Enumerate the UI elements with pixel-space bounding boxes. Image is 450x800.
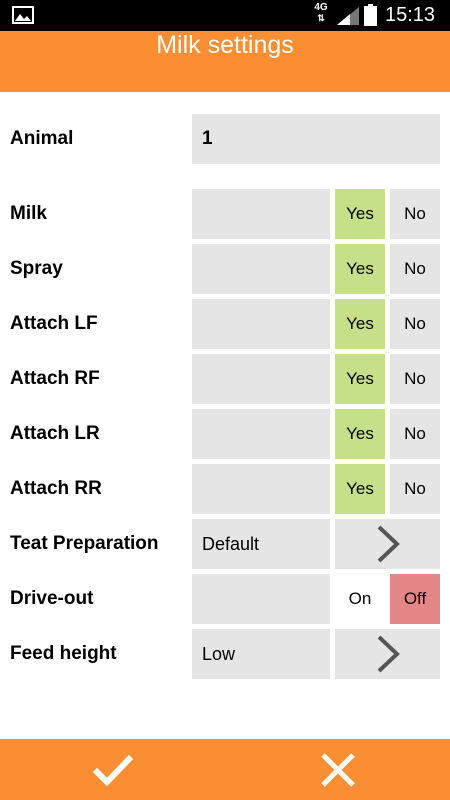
page-title: Milk settings (156, 31, 294, 59)
status-bar: 4G ⇅ 15:13 (0, 0, 450, 31)
teat-preparation-next-button[interactable] (335, 519, 440, 569)
teat-preparation-value: Default (202, 533, 260, 554)
milk-label: Milk (10, 203, 47, 224)
attach-lr-yes-button[interactable]: Yes (335, 409, 385, 459)
milk-no-button[interactable]: No (390, 189, 440, 239)
battery-icon (364, 4, 377, 26)
attach-lf-label: Attach LF (10, 313, 98, 334)
attach-rr-label: Attach RR (10, 478, 102, 499)
attach-rf-spacer (192, 354, 330, 404)
attach-lf-spacer (192, 299, 330, 349)
animal-field[interactable]: 1 (192, 114, 440, 164)
chevron-right-icon (377, 635, 400, 673)
attach-rf-label: Attach RF (10, 368, 100, 389)
milk-yes-button[interactable]: Yes (335, 189, 385, 239)
drive-out-off-button[interactable]: Off (390, 574, 440, 624)
network-type: 4G ⇅ (314, 2, 328, 24)
checkmark-icon (92, 754, 133, 786)
title-bar: Milk settings (0, 31, 450, 92)
attach-lr-label: Attach LR (10, 423, 100, 444)
animal-label: Animal (10, 128, 74, 149)
attach-rr-no-button[interactable]: No (390, 464, 440, 514)
feed-height-value-cell[interactable]: Low (192, 629, 330, 679)
spray-label: Spray (10, 258, 63, 279)
cancel-button[interactable] (225, 739, 450, 800)
teat-preparation-label: Teat Preparation (10, 533, 159, 554)
attach-rf-yes-button[interactable]: Yes (335, 354, 385, 404)
drive-out-on-button[interactable]: On (335, 574, 385, 624)
spray-no-button[interactable]: No (390, 244, 440, 294)
drive-out-label: Drive-out (10, 588, 94, 609)
spray-yes-button[interactable]: Yes (335, 244, 385, 294)
attach-rr-yes-button[interactable]: Yes (335, 464, 385, 514)
attach-lf-no-button[interactable]: No (390, 299, 440, 349)
chevron-right-icon (377, 525, 400, 563)
attach-lf-yes-button[interactable]: Yes (335, 299, 385, 349)
attach-lr-spacer (192, 409, 330, 459)
close-icon (320, 752, 355, 787)
feed-height-next-button[interactable] (335, 629, 440, 679)
attach-lr-no-button[interactable]: No (390, 409, 440, 459)
milk-spacer (192, 189, 330, 239)
feed-height-label: Feed height (10, 643, 117, 664)
signal-icon (337, 7, 359, 25)
drive-out-spacer (192, 574, 330, 624)
spray-spacer (192, 244, 330, 294)
bottom-action-bar (0, 739, 450, 800)
status-time: 15:13 (385, 4, 436, 26)
image-icon (12, 6, 34, 24)
attach-rr-spacer (192, 464, 330, 514)
confirm-button[interactable] (0, 739, 225, 800)
animal-value: 1 (202, 128, 213, 149)
attach-rf-no-button[interactable]: No (390, 354, 440, 404)
teat-preparation-value-cell[interactable]: Default (192, 519, 330, 569)
feed-height-value: Low (202, 643, 236, 664)
